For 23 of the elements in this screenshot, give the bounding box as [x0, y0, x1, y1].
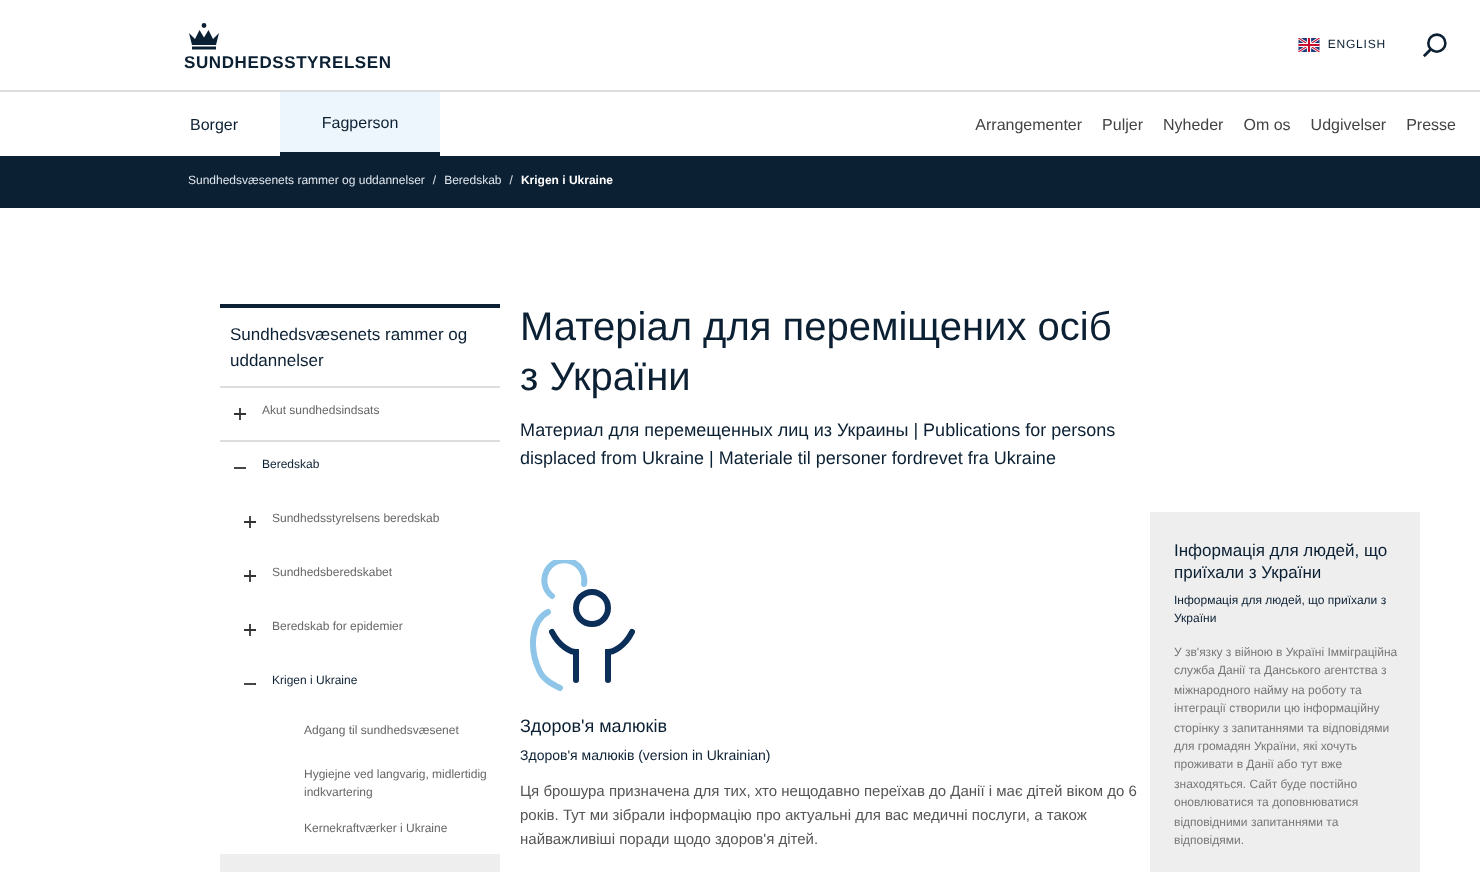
plus-icon[interactable] [234, 407, 246, 419]
page-title: Матеріал для переміщених осіб з України [520, 304, 1114, 404]
nav-link[interactable]: Om os [1243, 115, 1291, 133]
sidebar-title[interactable]: Sundhedsvæsenets rammer og uddannelser [220, 308, 500, 388]
logo-text[interactable]: SUNDHEDSSTYRELSEN [184, 52, 392, 72]
nav-link[interactable]: Arrangementer [975, 115, 1083, 133]
audience-tab[interactable]: Fagperson [280, 92, 441, 156]
nav-link[interactable]: Udgivelser [1310, 115, 1387, 133]
nav-link[interactable]: Puljer [1102, 115, 1143, 133]
search-icon[interactable] [1422, 32, 1448, 58]
info-title[interactable]: Інформація для людей, що приїхали з України [1174, 540, 1404, 584]
publication-title[interactable]: Здоров'я малюків [520, 716, 1140, 736]
crown-icon [186, 22, 222, 50]
plus-icon[interactable] [244, 515, 256, 527]
plus-icon[interactable] [244, 623, 256, 635]
flag-icon [1297, 38, 1320, 52]
page-subtitle: Материал для перемещенных лиц из Украины | Publications for persons displaced from Ukraine | Materiale til personer fordrevet fra Ukraine [520, 418, 1118, 472]
minus-icon[interactable] [234, 461, 246, 473]
nav-link[interactable]: Nyheder [1162, 115, 1224, 133]
minus-icon[interactable] [244, 677, 256, 689]
nav-link[interactable]: Presse [1406, 115, 1456, 133]
plus-icon[interactable] [244, 569, 256, 581]
audience-tab[interactable]: Borger [168, 92, 261, 156]
